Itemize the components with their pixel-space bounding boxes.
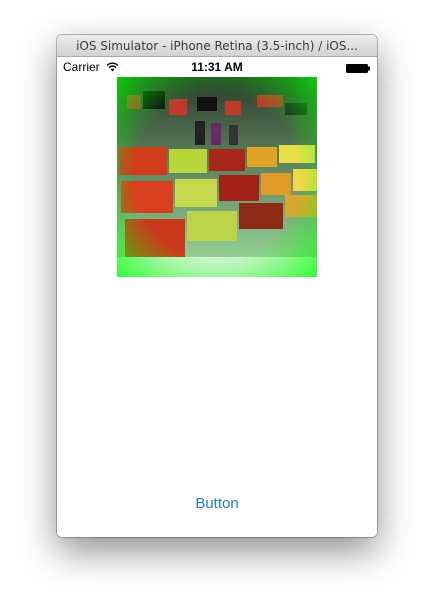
simulator-window: iOS Simulator - iPhone Retina (3.5-inch)… xyxy=(57,35,377,537)
status-bar: Carrier 11:31 AM xyxy=(57,57,377,77)
window-titlebar[interactable]: iOS Simulator - iPhone Retina (3.5-inch)… xyxy=(57,35,377,57)
device-screen: Carrier 11:31 AM Button xyxy=(57,57,377,537)
window-title: iOS Simulator - iPhone Retina (3.5-inch)… xyxy=(76,39,358,53)
fruit-stand-image xyxy=(117,77,317,277)
status-time: 11:31 AM xyxy=(191,60,243,74)
primary-button[interactable]: Button xyxy=(167,491,267,515)
battery-icon xyxy=(346,62,371,73)
